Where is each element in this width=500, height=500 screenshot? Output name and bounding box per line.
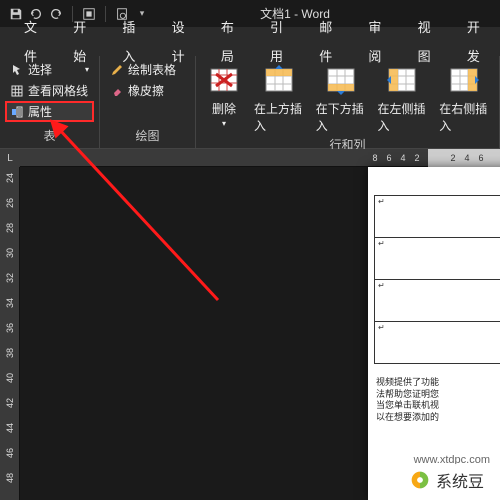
grid-icon bbox=[10, 84, 24, 98]
ruler-corner: L bbox=[0, 149, 20, 167]
ruler-tick: 28 bbox=[5, 218, 15, 238]
insert-left-label: 在左侧插入 bbox=[378, 100, 428, 134]
insert-left-button[interactable]: 在左侧插入 bbox=[374, 60, 432, 134]
insert-right-icon bbox=[446, 62, 482, 98]
table-cell[interactable]: ↵ bbox=[375, 238, 500, 280]
ruler-tick: 42 bbox=[5, 393, 15, 413]
properties-label: 属性 bbox=[28, 103, 52, 120]
insert-above-button[interactable]: 在上方插入 bbox=[250, 60, 308, 134]
ruler-tick: 40 bbox=[5, 368, 15, 388]
select-button[interactable]: 选择 ▾ bbox=[6, 60, 93, 79]
ruler-tick: 4 bbox=[460, 153, 474, 163]
insert-right-button[interactable]: 在右侧插入 bbox=[435, 60, 493, 134]
group-draw: 绘制表格 橡皮擦 绘图 bbox=[100, 56, 196, 148]
group-rows-cols: 删除 ▾ 在上方插入 在下方插入 在左侧插入 bbox=[196, 56, 500, 148]
ruler-tick: 4 bbox=[396, 153, 410, 163]
text-line: 以在想要添加的 bbox=[376, 412, 500, 424]
ruler-tick: 6 bbox=[382, 153, 396, 163]
document-area: L 8 6 4 2 2 4 6 24 26 28 30 32 34 36 38 … bbox=[0, 149, 500, 500]
ruler-tick: 2 bbox=[410, 153, 424, 163]
ruler-tick: 34 bbox=[5, 293, 15, 313]
gridlines-label: 查看网格线 bbox=[28, 82, 88, 99]
document-table[interactable]: ↵ ↵ ↵ ↵ bbox=[374, 195, 500, 364]
table-cell[interactable]: ↵ bbox=[375, 196, 500, 238]
group-table-label: 表 bbox=[6, 125, 93, 148]
page-canvas[interactable]: ↵ ↵ ↵ ↵ 视频提供了功能 法帮助您证明您 当您单击联机视 以在想要添加的 bbox=[20, 167, 500, 500]
text-line: 当您单击联机视 bbox=[376, 400, 500, 412]
ruler-tick: 24 bbox=[5, 168, 15, 188]
watermark: 系统豆 bbox=[400, 464, 494, 496]
table-cell[interactable]: ↵ bbox=[375, 322, 500, 364]
draw-table-label: 绘制表格 bbox=[128, 61, 176, 78]
insert-right-label: 在右侧插入 bbox=[439, 100, 489, 134]
insert-left-icon bbox=[384, 62, 420, 98]
chevron-down-icon: ▾ bbox=[222, 119, 226, 128]
eraser-label: 橡皮擦 bbox=[128, 82, 164, 99]
watermark-text: 系统豆 bbox=[436, 468, 484, 492]
ribbon: 选择 ▾ 查看网格线 属性 表 绘制 bbox=[0, 56, 500, 149]
chevron-down-icon: ▾ bbox=[85, 65, 89, 74]
vertical-ruler[interactable]: 24 26 28 30 32 34 36 38 40 42 44 46 48 bbox=[0, 167, 20, 500]
text-line: 法帮助您证明您 bbox=[376, 389, 500, 401]
ruler-tick: 6 bbox=[474, 153, 488, 163]
insert-below-icon bbox=[323, 62, 359, 98]
select-label: 选择 bbox=[28, 61, 52, 78]
ruler-tick: 30 bbox=[5, 243, 15, 263]
eraser-button[interactable]: 橡皮擦 bbox=[106, 81, 189, 100]
delete-label: 删除 bbox=[212, 100, 236, 117]
insert-below-button[interactable]: 在下方插入 bbox=[312, 60, 370, 134]
ruler-tick: 48 bbox=[5, 468, 15, 488]
properties-button[interactable]: 属性 bbox=[6, 102, 93, 121]
draw-table-button[interactable]: 绘制表格 bbox=[106, 60, 189, 79]
insert-above-label: 在上方插入 bbox=[254, 100, 304, 134]
pointer-icon bbox=[10, 63, 24, 77]
ruler-tick: 2 bbox=[446, 153, 460, 163]
view-gridlines-button[interactable]: 查看网格线 bbox=[6, 81, 93, 100]
ruler-tick: 36 bbox=[5, 318, 15, 338]
text-line: 视频提供了功能 bbox=[376, 377, 500, 389]
insert-below-label: 在下方插入 bbox=[316, 100, 366, 134]
eraser-icon bbox=[110, 84, 124, 98]
ruler-tick: 8 bbox=[368, 153, 382, 163]
ruler-tick: 32 bbox=[5, 268, 15, 288]
ruler-tick: 46 bbox=[5, 443, 15, 463]
group-table: 选择 ▾ 查看网格线 属性 表 bbox=[0, 56, 100, 148]
horizontal-ruler[interactable]: 8 6 4 2 2 4 6 bbox=[20, 149, 500, 167]
table-cell[interactable]: ↵ bbox=[375, 280, 500, 322]
ruler-tick: 26 bbox=[5, 193, 15, 213]
ruler-tick: 38 bbox=[5, 343, 15, 363]
watermark-logo-icon bbox=[410, 470, 430, 490]
group-draw-label: 绘图 bbox=[106, 125, 189, 148]
properties-icon bbox=[10, 105, 24, 119]
page: ↵ ↵ ↵ ↵ 视频提供了功能 法帮助您证明您 当您单击联机视 以在想要添加的 bbox=[368, 167, 500, 500]
delete-icon bbox=[206, 62, 242, 98]
ribbon-tabs: 文件 开始 插入 设计 布局 引用 邮件 审阅 视图 开发 bbox=[0, 27, 500, 56]
pencil-icon bbox=[110, 63, 124, 77]
paragraph[interactable]: 视频提供了功能 法帮助您证明您 当您单击联机视 以在想要添加的 bbox=[376, 377, 500, 424]
ruler-tick: 44 bbox=[5, 418, 15, 438]
delete-button[interactable]: 删除 ▾ bbox=[202, 60, 246, 134]
insert-above-icon bbox=[261, 62, 297, 98]
